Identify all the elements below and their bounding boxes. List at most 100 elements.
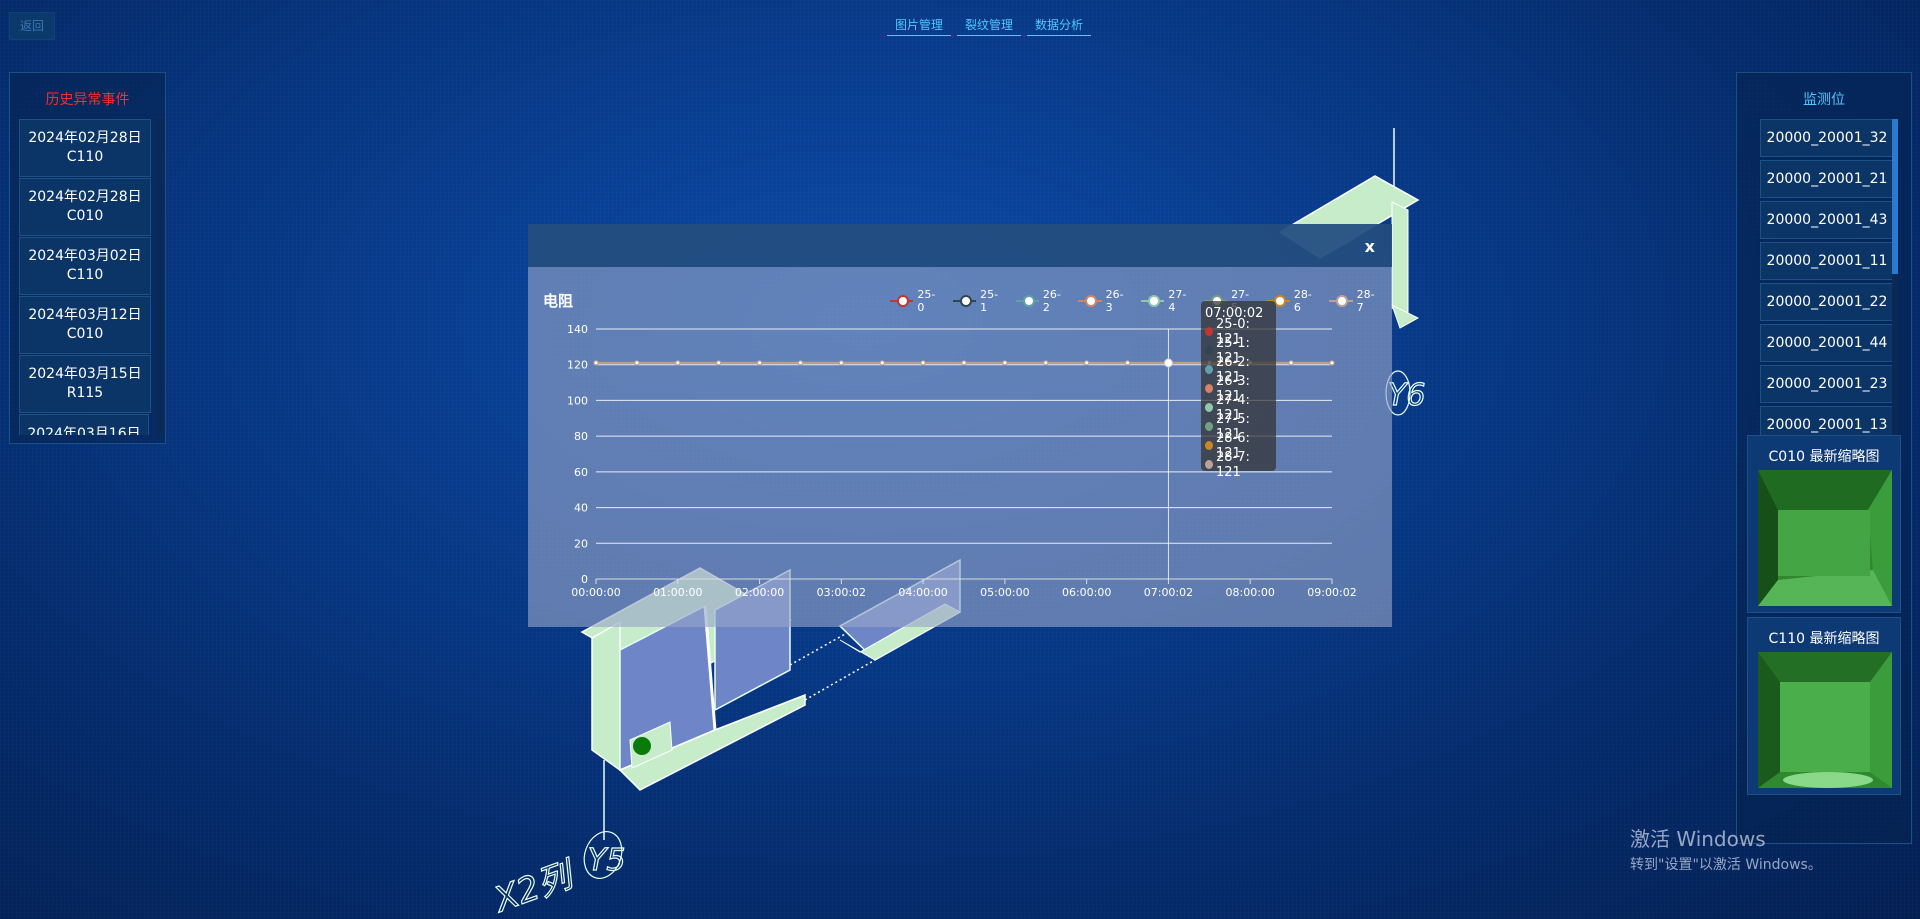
series-point	[838, 360, 844, 366]
x-tick-label: 01:00:00	[653, 586, 702, 599]
tooltip-series-dot	[1205, 441, 1214, 450]
series-point	[1125, 360, 1131, 366]
y-tick-label: 20	[574, 537, 588, 550]
chart-legend: 25-025-126-226-327-427-528-628-7	[890, 288, 1392, 314]
monitor-position-item[interactable]: 20000_20001_11	[1760, 242, 1894, 280]
legend-symbol	[952, 295, 977, 307]
event-item[interactable]: 2024年03月02日 C110	[19, 237, 151, 295]
x-tick-label: 02:00:00	[735, 586, 784, 599]
series-point	[634, 360, 640, 366]
series-point	[1002, 360, 1008, 366]
series-point	[961, 360, 967, 366]
series-point	[634, 360, 640, 366]
series-point	[961, 360, 967, 366]
series-point	[1165, 360, 1171, 366]
thumbnail-title: C010 最新缩略图	[1768, 449, 1880, 465]
thumbnail-image-c010[interactable]	[1758, 470, 1892, 606]
y-tick-label: 0	[581, 573, 588, 586]
tooltip-series-dot	[1205, 384, 1214, 393]
sensor-marker[interactable]	[633, 737, 651, 755]
series-point	[797, 360, 803, 366]
monitor-position-item[interactable]: 20000_20001_43	[1760, 201, 1894, 239]
event-date: 2024年03月12日	[28, 307, 142, 323]
legend-item[interactable]: 25-1	[952, 288, 1004, 314]
nav-link-image-management[interactable]: 图片管理	[887, 16, 952, 36]
series-point	[634, 360, 640, 366]
series-point	[1288, 360, 1294, 366]
thumbnail-image-c110[interactable]	[1758, 652, 1892, 788]
legend-item[interactable]: 27-4	[1141, 288, 1192, 314]
series-point	[593, 360, 599, 366]
x-tick-label: 08:00:00	[1226, 586, 1275, 599]
x-tick-label: 05:00:00	[980, 586, 1029, 599]
event-item[interactable]: 2024年03月15日 R115	[19, 355, 151, 413]
legend-label: 27-4	[1168, 288, 1187, 314]
event-item[interactable]: 2024年03月12日 C010	[19, 296, 151, 354]
series-point	[1043, 360, 1049, 366]
nav-link-crack-management[interactable]: 裂纹管理	[957, 16, 1022, 36]
series-point	[961, 360, 967, 366]
legend-label: 26-3	[1105, 288, 1124, 314]
series-point	[838, 360, 844, 366]
legend-item[interactable]: 28-7	[1329, 288, 1380, 314]
series-point	[1329, 360, 1335, 366]
legend-item[interactable]: 26-2	[1015, 288, 1067, 314]
tooltip-row: 28-7: 121	[1205, 450, 1272, 480]
monitor-position-item[interactable]: 20000_20001_44	[1760, 324, 1894, 362]
back-button[interactable]: 返回	[9, 12, 55, 40]
nav-link-data-analysis[interactable]: 数据分析	[1027, 16, 1092, 36]
close-button[interactable]: x	[1365, 237, 1375, 256]
series-point	[1043, 360, 1049, 366]
series-point	[757, 360, 763, 366]
monitor-position-item[interactable]: 20000_20001_22	[1760, 283, 1894, 321]
series-point	[593, 360, 599, 366]
series-point	[1002, 360, 1008, 366]
series-point	[920, 360, 926, 366]
series-point	[757, 360, 763, 366]
event-item[interactable]: 2024年02月28日 C110	[19, 119, 151, 177]
series-point	[797, 360, 803, 366]
monitor-position-item[interactable]: 20000_20001_13	[1760, 406, 1894, 437]
series-point	[1084, 360, 1090, 366]
event-item[interactable]: 2024年03月16日	[19, 414, 149, 435]
watermark-title: 激活 Windows	[1630, 827, 1766, 851]
series-point	[838, 360, 844, 366]
series-point	[879, 360, 885, 366]
event-date: 2024年03月16日	[27, 426, 141, 435]
legend-item[interactable]: 26-3	[1078, 288, 1129, 314]
top-navigation: 图片管理 裂纹管理 数据分析	[887, 16, 1092, 36]
series-point	[879, 360, 885, 366]
monitor-position-item[interactable]: 20000_20001_21	[1760, 160, 1894, 198]
tooltip-value: 28-7: 121	[1216, 449, 1250, 480]
series-point	[716, 360, 722, 366]
series-point	[1329, 360, 1335, 366]
series-point	[1043, 360, 1049, 366]
series-point	[838, 360, 844, 366]
monitor-list-scrollbar[interactable]	[1892, 119, 1898, 274]
monitor-position-item[interactable]: 20000_20001_32	[1760, 119, 1894, 157]
watermark-subtitle: 转到"设置"以激活 Windows。	[1630, 857, 1822, 873]
series-point	[716, 360, 722, 366]
series-point	[1165, 360, 1171, 366]
event-list-scrollbar[interactable]	[157, 119, 163, 137]
event-item[interactable]: 2024年02月28日 C010	[19, 178, 151, 236]
legend-symbol	[1329, 295, 1353, 307]
legend-item[interactable]: 25-0	[890, 288, 941, 314]
event-list[interactable]: 2024年02月28日 C110 2024年02月28日 C010 2024年03月…	[19, 119, 163, 435]
column-label: X2列	[488, 854, 582, 919]
monitor-position-item[interactable]: 20000_20001_23	[1760, 365, 1894, 403]
series-point	[1043, 360, 1049, 366]
legend-symbol	[1015, 295, 1039, 307]
legend-symbol	[1078, 295, 1102, 307]
series-point	[716, 360, 722, 366]
series-point	[838, 360, 844, 366]
y-tick-label: 100	[567, 394, 588, 407]
monitor-position-list[interactable]: 20000_20001_32 20000_20001_21 20000_2000…	[1760, 119, 1898, 437]
history-events-panel: 历史异常事件 2024年02月28日 C110 2024年02月28日 C010 2…	[9, 72, 166, 444]
series-point	[1329, 360, 1335, 366]
series-point	[797, 360, 803, 366]
series-point	[675, 360, 681, 366]
series-point	[1043, 360, 1049, 366]
series-point	[961, 360, 967, 366]
series-point	[1002, 360, 1008, 366]
